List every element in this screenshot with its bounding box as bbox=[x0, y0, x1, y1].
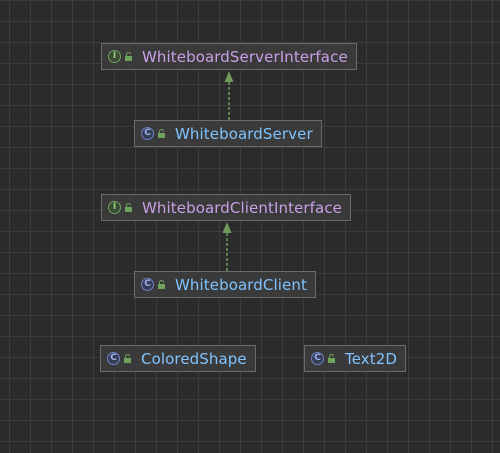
node-label: WhiteboardClient bbox=[175, 275, 307, 294]
lock-icon bbox=[125, 51, 132, 61]
node-whiteboard-server[interactable]: C WhiteboardServer bbox=[134, 120, 322, 147]
node-label: ColoredShape bbox=[141, 349, 247, 368]
arrowhead-icon bbox=[222, 222, 232, 233]
class-icon: C bbox=[107, 352, 120, 365]
lock-icon bbox=[328, 353, 335, 363]
lock-icon bbox=[125, 202, 132, 212]
node-colored-shape[interactable]: C ColoredShape bbox=[100, 345, 256, 372]
node-whiteboard-client[interactable]: C WhiteboardClient bbox=[134, 271, 316, 298]
class-icon: C bbox=[311, 352, 324, 365]
interface-icon: I bbox=[108, 201, 121, 214]
lock-icon bbox=[124, 353, 131, 363]
interface-icon: I bbox=[108, 50, 121, 63]
class-icon: C bbox=[141, 278, 154, 291]
node-whiteboard-client-interface[interactable]: I WhiteboardClientInterface bbox=[101, 194, 352, 221]
class-icon: C bbox=[141, 127, 154, 140]
node-text2d[interactable]: C Text2D bbox=[304, 345, 407, 372]
node-label: WhiteboardClientInterface bbox=[142, 198, 343, 217]
node-label: WhiteboardServerInterface bbox=[142, 47, 348, 66]
node-label: Text2D bbox=[345, 349, 398, 368]
lock-icon bbox=[158, 279, 165, 289]
node-whiteboard-server-interface[interactable]: I WhiteboardServerInterface bbox=[101, 43, 357, 70]
node-label: WhiteboardServer bbox=[175, 124, 313, 143]
diagram-canvas: I WhiteboardServerInterface C Whiteboard… bbox=[0, 0, 500, 453]
lock-icon bbox=[158, 128, 165, 138]
